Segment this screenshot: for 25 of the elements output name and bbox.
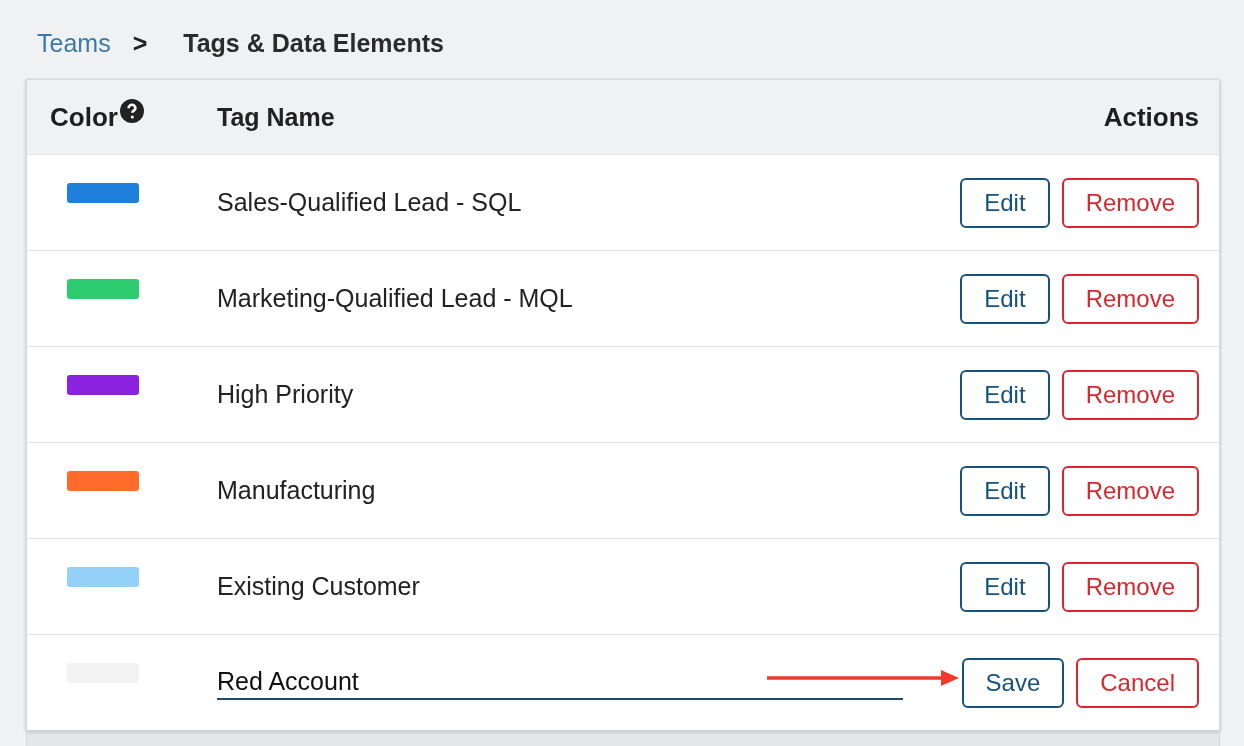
column-header: Color [50, 101, 118, 133]
tag-name: High Priority [217, 380, 354, 408]
action-button[interactable]: Edit [960, 369, 1050, 420]
danger-button[interactable]: Cancel [1076, 657, 1199, 708]
danger-button[interactable]: Remove [1061, 369, 1199, 420]
danger-button[interactable]: Remove [1061, 177, 1199, 228]
column-header: Actions [1103, 101, 1199, 133]
danger-button[interactable]: Remove [1061, 561, 1199, 612]
action-button[interactable]: Save [961, 657, 1065, 708]
tag-name: Manufacturing [217, 476, 376, 504]
danger-button[interactable]: Remove [1061, 465, 1199, 516]
tag-name: Marketing-Qualified Lead - MQL [217, 284, 573, 312]
tag-name: Sales-Qualified Lead - SQL [217, 188, 522, 216]
help-icon[interactable] [119, 99, 144, 123]
danger-button[interactable]: Remove [1061, 273, 1199, 324]
tag-name: Existing Customer [217, 572, 420, 600]
page-title: Tags & Data Elements [183, 28, 444, 58]
action-button[interactable]: Edit [960, 177, 1050, 228]
action-button[interactable]: Edit [960, 273, 1050, 324]
breadcrumb-link[interactable]: Teams [37, 28, 111, 58]
action-button[interactable]: Edit [960, 561, 1050, 612]
breadcrumb-separator: > [132, 28, 148, 58]
column-header: Tag Name [217, 102, 335, 131]
tag-name-input[interactable]: Red Account [217, 665, 903, 700]
action-button[interactable]: Edit [960, 465, 1050, 516]
